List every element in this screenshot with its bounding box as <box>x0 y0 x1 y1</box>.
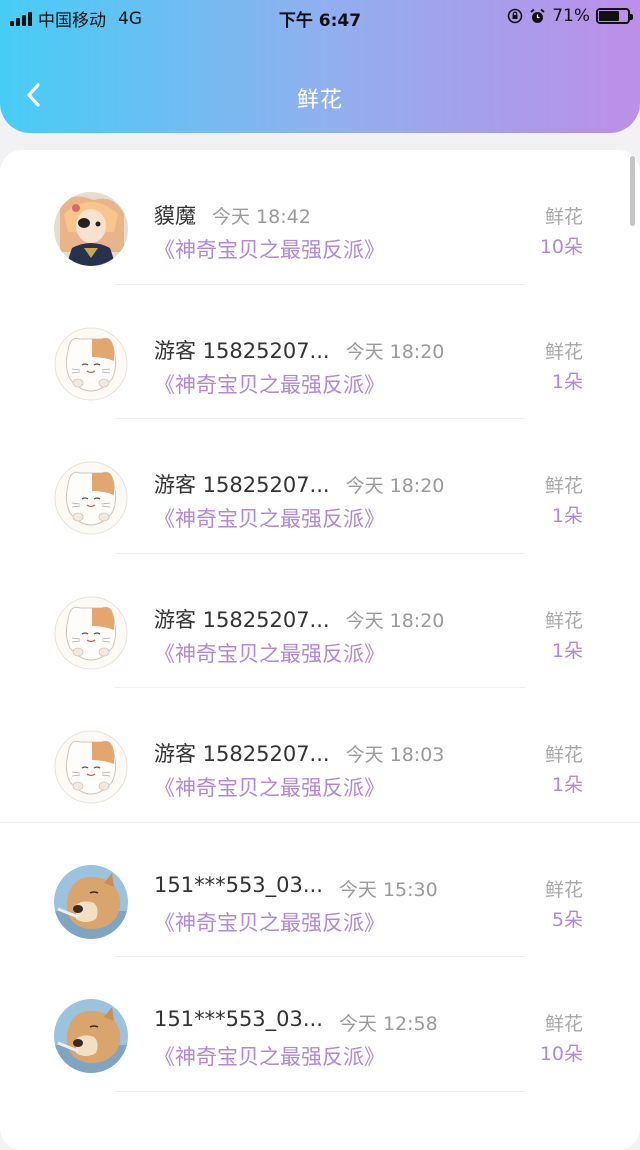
dog-avatar-icon <box>54 999 128 1073</box>
user-name[interactable]: 貘魔 <box>154 200 196 230</box>
header: 中国移动 4G 下午 6:47 71% 鲜花 <box>0 0 640 133</box>
flower-record-row[interactable]: 151***553_03... 今天 15:30 《神奇宝贝之最强反派》 鲜花 … <box>0 823 640 957</box>
record-time: 今天 18:42 <box>211 206 311 228</box>
anime-avatar-icon <box>54 192 128 266</box>
flower-label: 鲜花 <box>544 206 583 228</box>
book-title-link[interactable]: 《神奇宝贝之最强反派》 <box>154 234 385 264</box>
rotation-lock-icon <box>506 8 523 25</box>
flower-record-row[interactable]: 游客 15825207... 今天 18:20 《神奇宝贝之最强反派》 鲜花 1… <box>0 554 640 688</box>
avatar[interactable] <box>54 595 128 670</box>
cat-avatar-icon <box>54 326 128 401</box>
page-title: 鲜花 <box>296 88 343 113</box>
status-bar: 中国移动 4G 下午 6:47 71% <box>0 0 640 34</box>
cat-avatar-icon <box>54 595 128 670</box>
flower-count: 1朵 <box>551 639 583 662</box>
flower-label: 鲜花 <box>544 340 583 363</box>
flower-record-row[interactable]: 151***553_03... 今天 12:58 《神奇宝贝之最强反派》 鲜花 … <box>0 957 640 1092</box>
book-title-link[interactable]: 《神奇宝贝之最强反派》 <box>154 503 385 533</box>
user-name[interactable]: 游客 15825207... <box>154 604 330 634</box>
book-title-link[interactable]: 《神奇宝贝之最强反派》 <box>154 369 385 399</box>
avatar[interactable] <box>54 730 128 804</box>
user-name[interactable]: 151***553_03... <box>154 873 323 897</box>
cat-avatar-icon <box>54 461 128 535</box>
record-time: 今天 18:20 <box>345 609 445 632</box>
book-title-link[interactable]: 《神奇宝贝之最强反派》 <box>154 638 385 668</box>
user-name[interactable]: 游客 15825207... <box>154 469 330 499</box>
record-time: 今天 18:20 <box>345 475 445 497</box>
avatar[interactable] <box>54 326 128 401</box>
record-time: 今天 15:30 <box>338 878 438 901</box>
flower-count: 1朵 <box>551 774 583 796</box>
avatar[interactable] <box>54 192 128 266</box>
flower-label: 鲜花 <box>544 744 583 766</box>
avatar[interactable] <box>54 864 128 939</box>
dog-avatar-icon <box>54 864 128 939</box>
user-name[interactable]: 游客 15825207... <box>154 335 330 365</box>
flower-count: 1朵 <box>551 370 583 393</box>
book-title-link[interactable]: 《神奇宝贝之最强反派》 <box>154 1041 385 1071</box>
user-name[interactable]: 151***553_03... <box>154 1007 323 1031</box>
battery-percent: 71% <box>552 6 590 26</box>
book-title-link[interactable]: 《神奇宝贝之最强反派》 <box>154 772 385 802</box>
flower-record-row[interactable]: 游客 15825207... 今天 18:03 《神奇宝贝之最强反派》 鲜花 1… <box>0 688 640 823</box>
row-divider <box>115 1090 525 1092</box>
alarm-icon <box>529 8 546 25</box>
avatar[interactable] <box>54 999 128 1073</box>
flower-record-list: 貘魔 今天 18:42 《神奇宝贝之最强反派》 鲜花 10朵 游客 158252… <box>0 150 640 1092</box>
flower-count: 5朵 <box>551 908 583 931</box>
flower-count: 10朵 <box>539 236 583 258</box>
flower-count: 10朵 <box>539 1043 583 1065</box>
flower-label: 鲜花 <box>544 609 583 632</box>
record-time: 今天 18:03 <box>345 744 445 766</box>
record-time: 今天 12:58 <box>338 1013 438 1035</box>
flower-record-row[interactable]: 游客 15825207... 今天 18:20 《神奇宝贝之最强反派》 鲜花 1… <box>0 285 640 419</box>
flower-label: 鲜花 <box>544 1013 583 1035</box>
flower-count: 1朵 <box>551 505 583 527</box>
avatar[interactable] <box>54 461 128 535</box>
user-name[interactable]: 游客 15825207... <box>154 738 330 768</box>
cat-avatar-icon <box>54 730 128 804</box>
flower-label: 鲜花 <box>544 475 583 497</box>
battery-icon <box>596 8 633 24</box>
flower-record-row[interactable]: 游客 15825207... 今天 18:20 《神奇宝贝之最强反派》 鲜花 1… <box>0 419 640 554</box>
flower-record-row[interactable]: 貘魔 今天 18:42 《神奇宝贝之最强反派》 鲜花 10朵 <box>0 150 640 285</box>
flower-label: 鲜花 <box>544 878 583 901</box>
book-title-link[interactable]: 《神奇宝贝之最强反派》 <box>154 907 385 937</box>
record-time: 今天 18:20 <box>345 340 445 363</box>
